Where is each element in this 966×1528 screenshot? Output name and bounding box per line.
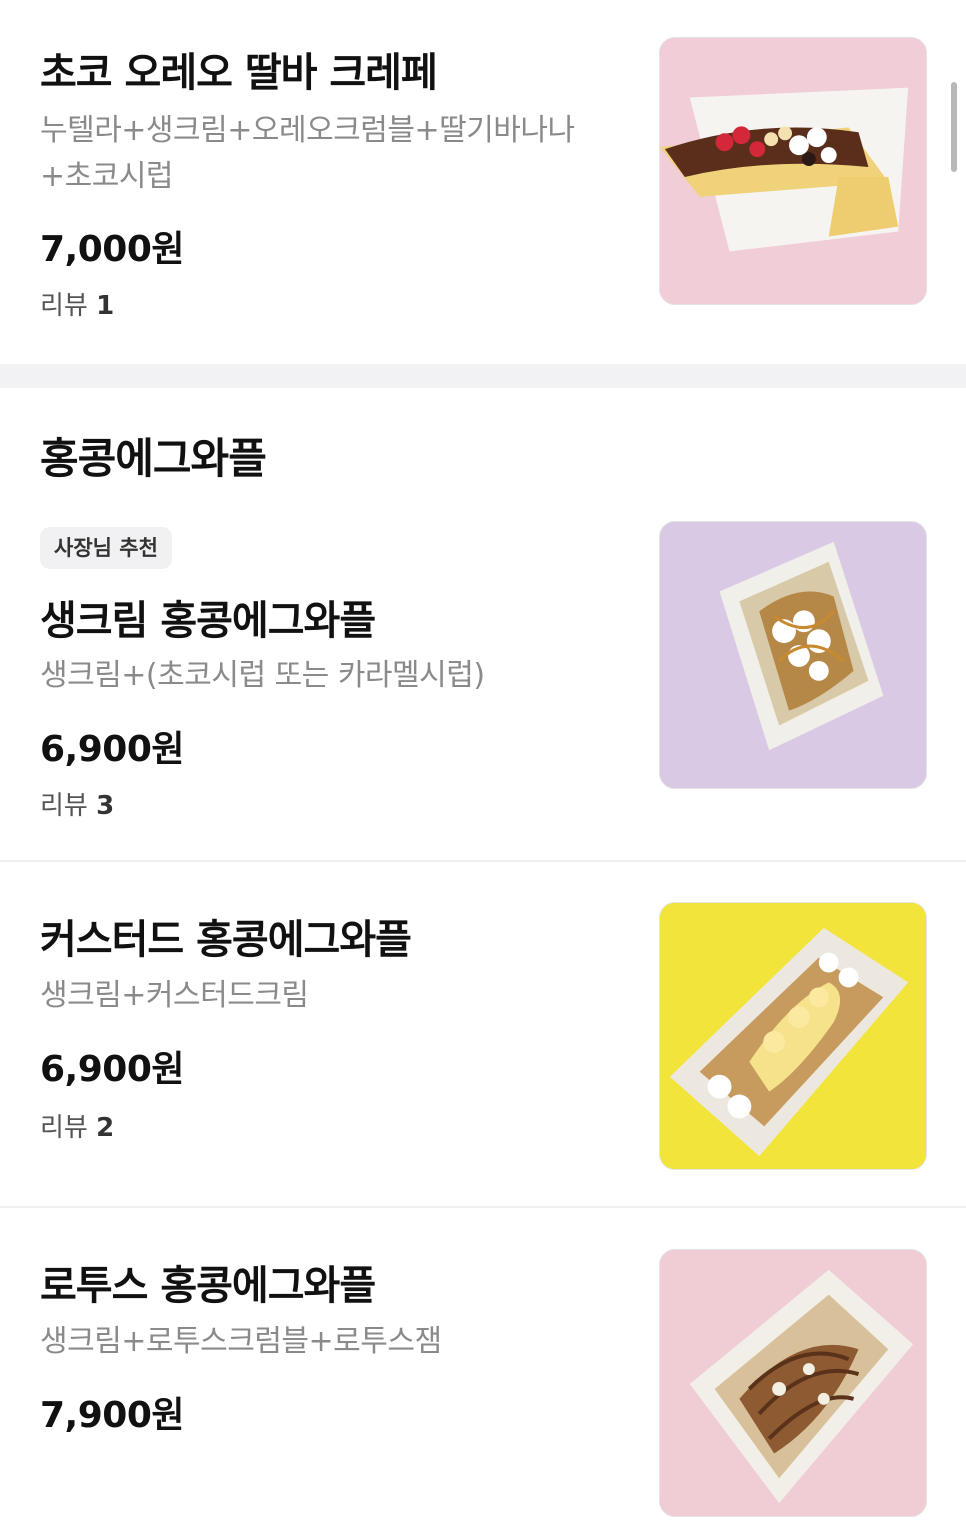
menu-item-description: 누텔라+생크림+오레오크럼블+딸기바나나+초코시럽 <box>40 113 575 194</box>
menu-item-review: 리뷰 1 <box>40 285 114 322</box>
custard-waffle-photo <box>659 902 927 1170</box>
menu-item-title: 로투스 홍콩에그와플 <box>40 1263 376 1309</box>
menu-item-title: 초코 오레오 딸바 크레페 <box>40 50 438 96</box>
menu-item-review: 리뷰 3 <box>40 785 114 822</box>
menu-item-price: 7,900원 <box>40 1395 185 1436</box>
menu-item-title: 생크림 홍콩에그와플 <box>40 598 376 644</box>
menu-item-custard-waffle[interactable]: 커스터드 홍콩에그와플 생크림+커스터드크림 6,900원 리뷰 2 <box>0 862 966 1206</box>
section-gap <box>0 364 966 388</box>
review-label: 리뷰 <box>40 791 88 821</box>
menu-item-price: 7,000원 <box>40 229 185 270</box>
lotus-waffle-photo <box>659 1249 927 1517</box>
section-title: 홍콩에그와플 <box>40 434 267 483</box>
menu-item-title: 커스터드 홍콩에그와플 <box>40 917 412 963</box>
menu-item-description: 생크림+로투스크럼블+로투스잼 <box>40 1324 442 1359</box>
menu-item-description: 생크림+(초코시럽 또는 카라멜시럽) <box>40 658 485 693</box>
menu-item-lotus-waffle[interactable]: 로투스 홍콩에그와플 생크림+로투스크럼블+로투스잼 7,900원 <box>0 1208 966 1528</box>
menu-item-description: 생크림+커스터드크림 <box>40 978 309 1013</box>
crepe-photo <box>659 37 927 305</box>
recommended-badge: 사장님 추천 <box>40 527 172 569</box>
menu-item-price: 6,900원 <box>40 1049 185 1090</box>
review-count: 2 <box>96 1113 115 1143</box>
menu-item-price: 6,900원 <box>40 729 185 770</box>
scrollbar[interactable] <box>951 82 957 172</box>
menu-item-review: 리뷰 2 <box>40 1107 114 1144</box>
review-count: 1 <box>96 291 115 321</box>
cream-waffle-photo <box>659 521 927 789</box>
review-label: 리뷰 <box>40 291 88 321</box>
review-count: 3 <box>96 791 115 821</box>
menu-item-choco-oreo-crepe[interactable]: 초코 오레오 딸바 크레페 누텔라+생크림+오레오크럼블+딸기바나나+초코시럽 … <box>0 0 966 364</box>
menu-item-cream-waffle[interactable]: 사장님 추천 생크림 홍콩에그와플 생크림+(초코시럽 또는 카라멜시럽) 6,… <box>0 510 966 860</box>
review-label: 리뷰 <box>40 1113 88 1143</box>
